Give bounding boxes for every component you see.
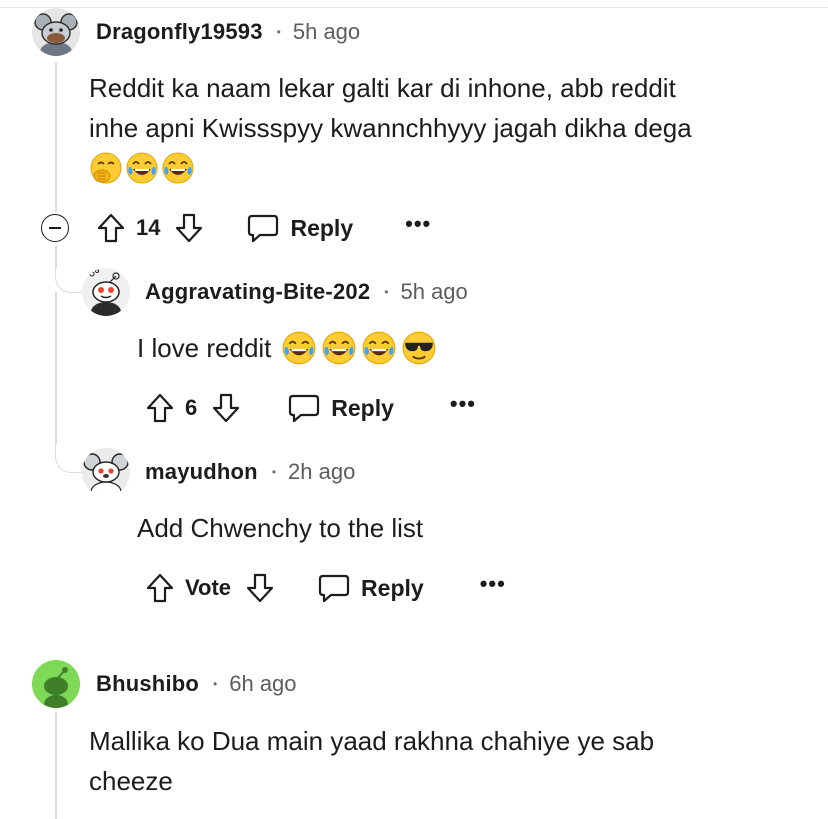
- timestamp[interactable]: 5h ago: [400, 279, 467, 305]
- reply-button[interactable]: Reply: [317, 572, 424, 604]
- comment-body: Mallika ko Dua main yaad rakhna chahiye …: [89, 721, 654, 801]
- reply-button[interactable]: Reply: [246, 212, 353, 244]
- downvote-icon[interactable]: [211, 392, 241, 424]
- comment-meta: Dragonfly19593 • 5h ago: [96, 17, 360, 47]
- more-options-icon[interactable]: •••: [405, 213, 431, 238]
- vote-label: Vote: [185, 575, 232, 600]
- timestamp[interactable]: 6h ago: [229, 671, 296, 697]
- comment-meta: mayudhon • 2h ago: [145, 457, 355, 487]
- top-divider: [0, 7, 828, 8]
- comment-body-line: inhe apni Kwissspyy kwannchhyyy jagah di…: [89, 113, 692, 143]
- default-snoo-avatar-icon: [32, 660, 80, 708]
- comment-body-text: I love reddit: [137, 333, 272, 363]
- comment-body: I love reddit: [137, 328, 439, 368]
- comment-actions: 14 Reply •••: [96, 208, 431, 248]
- separator-dot: •: [271, 465, 277, 479]
- thread-line-c1-children-2: [55, 292, 57, 444]
- reply-bubble-icon: [246, 212, 280, 244]
- author-name[interactable]: mayudhon: [145, 459, 258, 485]
- upvote-icon[interactable]: [145, 572, 175, 604]
- comment-body-line: Reddit ka naam lekar galti kar di inhone…: [89, 73, 676, 103]
- reply-button[interactable]: Reply: [287, 392, 394, 424]
- reply-bubble-icon: [317, 572, 351, 604]
- tears-of-joy-emoji-icon: [362, 331, 396, 365]
- avatar[interactable]: [82, 268, 130, 316]
- tears-of-joy-emoji-icon: [126, 152, 158, 184]
- emoji-row: [89, 148, 692, 188]
- avatar[interactable]: [82, 448, 130, 496]
- author-name[interactable]: Aggravating-Bite-202: [145, 279, 370, 305]
- reply-bubble-icon: [287, 392, 321, 424]
- collapse-thread-button[interactable]: [41, 214, 69, 242]
- tears-of-joy-emoji-icon: [322, 331, 356, 365]
- sunglasses-emoji-icon: [402, 331, 436, 365]
- snoo-koala-avatar-icon: [82, 448, 130, 496]
- avatar[interactable]: [32, 8, 80, 56]
- comment-meta: Aggravating-Bite-202 • 5h ago: [145, 277, 468, 307]
- comment-actions: 6 Reply •••: [145, 388, 476, 428]
- thread-line-c4: [55, 712, 57, 819]
- comment-actions: Vote Reply •••: [145, 568, 506, 608]
- comment-meta: Bhushibo • 6h ago: [96, 669, 297, 699]
- separator-dot: •: [276, 25, 281, 39]
- thread-elbow-c2: [55, 262, 82, 293]
- upvote-icon[interactable]: [145, 392, 175, 424]
- downvote-icon[interactable]: [245, 572, 275, 604]
- hand-over-mouth-emoji-icon: [90, 152, 122, 184]
- vote-count: 6: [185, 395, 198, 420]
- more-options-icon[interactable]: •••: [480, 573, 506, 598]
- separator-dot: •: [213, 677, 218, 691]
- timestamp[interactable]: 5h ago: [293, 19, 360, 45]
- comment-body: Reddit ka naam lekar galti kar di inhone…: [89, 68, 692, 188]
- downvote-icon[interactable]: [174, 212, 204, 244]
- vote-count: 14: [136, 215, 161, 240]
- upvote-icon[interactable]: [96, 212, 126, 244]
- reply-label: Reply: [361, 574, 424, 601]
- snoo-koala-avatar-icon: [32, 8, 80, 56]
- comment-body-line: cheeze: [89, 766, 173, 796]
- avatar[interactable]: [32, 660, 80, 708]
- tears-of-joy-emoji-icon: [162, 152, 194, 184]
- comment-body-line: Mallika ko Dua main yaad rakhna chahiye …: [89, 726, 655, 756]
- author-name[interactable]: Bhushibo: [96, 671, 199, 697]
- thread-elbow-c3: [55, 440, 82, 473]
- snoo-avatar-icon: [82, 268, 130, 316]
- more-options-icon[interactable]: •••: [450, 393, 476, 418]
- timestamp[interactable]: 2h ago: [288, 459, 355, 485]
- author-name[interactable]: Dragonfly19593: [96, 19, 263, 45]
- reply-label: Reply: [290, 214, 354, 241]
- reply-label: Reply: [331, 394, 394, 421]
- separator-dot: •: [384, 285, 389, 299]
- minus-icon: [49, 227, 61, 229]
- thread-line-c1: [55, 62, 57, 212]
- tears-of-joy-emoji-icon: [282, 331, 316, 365]
- comment-body: Add Chwenchy to the list: [137, 513, 424, 543]
